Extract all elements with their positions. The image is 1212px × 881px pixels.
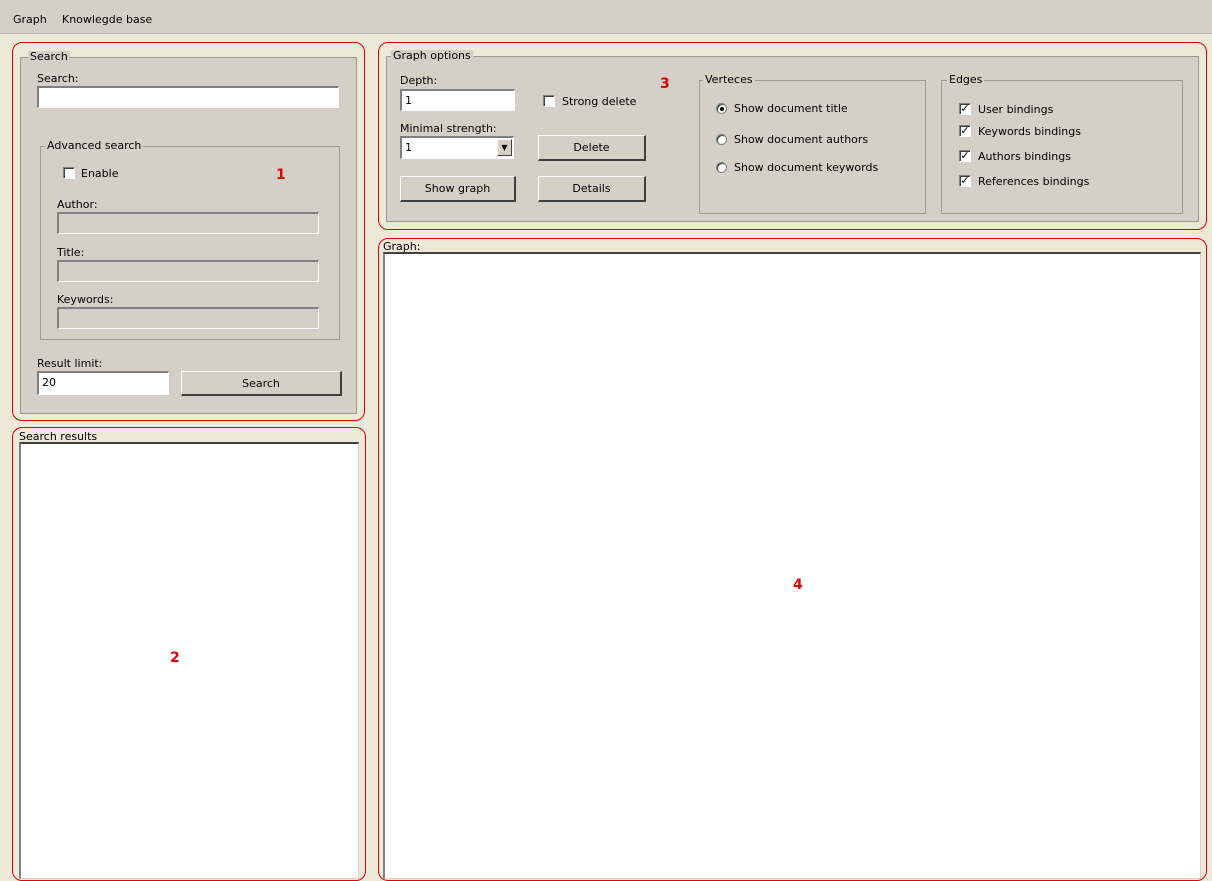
show-graph-button[interactable]: Show graph	[400, 176, 516, 202]
search-input[interactable]	[37, 86, 339, 108]
keywords-label: Keywords:	[57, 293, 114, 306]
marker-1: 1	[276, 167, 286, 183]
radio-selected-dot	[720, 107, 724, 111]
details-button[interactable]: Details	[538, 176, 646, 202]
chevron-down-icon[interactable]: ▼	[497, 139, 512, 156]
edges-legend: Edges	[947, 73, 985, 86]
menu-bar: Graph Knowlegde base	[0, 0, 1212, 34]
menu-item-knowledge-base[interactable]: Knowlegde base	[62, 13, 152, 26]
radio-label-show-document-keywords: Show document keywords	[734, 161, 879, 174]
delete-button[interactable]: Delete	[538, 135, 646, 161]
references-bindings-label: References bindings	[978, 175, 1090, 188]
depth-label: Depth:	[400, 74, 438, 87]
radio-show-document-authors[interactable]	[716, 134, 727, 145]
references-bindings-checkbox[interactable]: ✓	[959, 175, 971, 187]
minimal-strength-value: 1	[405, 141, 412, 154]
author-label: Author:	[57, 198, 98, 211]
minimal-strength-label: Minimal strength:	[400, 122, 497, 135]
enable-label: Enable	[81, 167, 119, 180]
search-button[interactable]: Search	[181, 371, 342, 396]
user-bindings-label: User bindings	[978, 103, 1054, 116]
keywords-bindings-label: Keywords bindings	[978, 125, 1081, 138]
authors-bindings-label: Authors bindings	[978, 150, 1071, 163]
author-input[interactable]	[57, 212, 319, 234]
search-label: Search:	[37, 72, 79, 85]
graph-options-legend: Graph options	[391, 49, 473, 62]
strong-delete-label: Strong delete	[562, 95, 637, 108]
verteces-legend: Verteces	[703, 73, 755, 86]
radio-show-document-keywords[interactable]	[716, 162, 727, 173]
minimal-strength-select[interactable]: 1 ▼	[400, 136, 514, 159]
verteces-group	[699, 80, 926, 214]
user-bindings-checkbox[interactable]: ✓	[959, 103, 971, 115]
title-label: Title:	[57, 246, 85, 259]
authors-bindings-checkbox[interactable]: ✓	[959, 150, 971, 162]
graph-canvas[interactable]	[383, 252, 1201, 879]
keywords-bindings-checkbox[interactable]: ✓	[959, 125, 971, 137]
result-limit-input[interactable]: 20	[37, 371, 169, 395]
marker-2: 2	[170, 650, 180, 666]
marker-3: 3	[660, 76, 670, 92]
edges-group	[941, 80, 1183, 214]
radio-label-show-document-title: Show document title	[734, 102, 848, 115]
marker-4: 4	[793, 577, 803, 593]
radio-label-show-document-authors: Show document authors	[734, 133, 869, 146]
strong-delete-checkbox[interactable]	[543, 95, 555, 107]
search-group-legend: Search	[28, 50, 70, 63]
advanced-search-legend: Advanced search	[45, 139, 144, 152]
menu-item-graph[interactable]: Graph	[13, 13, 47, 26]
depth-input[interactable]: 1	[400, 89, 515, 111]
radio-show-document-title[interactable]	[716, 103, 727, 114]
enable-checkbox[interactable]	[63, 167, 75, 179]
search-results-list[interactable]	[19, 442, 359, 879]
keywords-input[interactable]	[57, 307, 319, 329]
result-limit-label: Result limit:	[37, 357, 103, 370]
title-input[interactable]	[57, 260, 319, 282]
